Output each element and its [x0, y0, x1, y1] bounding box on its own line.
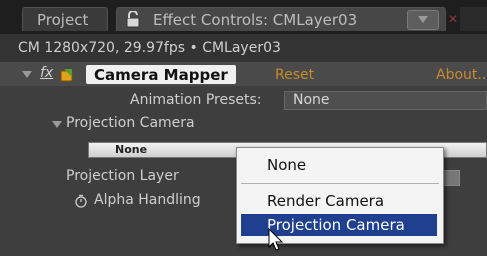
- fx-icon[interactable]: fx: [40, 65, 53, 81]
- projection-layer-label: Projection Layer: [66, 168, 179, 184]
- chevron-down-icon: [418, 16, 428, 23]
- panel-tab-bar: Project Effect Controls: CMLayer03 ✕: [0, 0, 487, 34]
- collapse-triangle-icon[interactable]: [22, 71, 32, 78]
- about-link[interactable]: About...: [436, 67, 487, 83]
- alpha-handling-label: Alpha Handling: [94, 192, 201, 208]
- reset-link[interactable]: Reset: [275, 67, 314, 83]
- expand-triangle-icon[interactable]: [52, 121, 62, 128]
- lock-icon[interactable]: [125, 10, 145, 29]
- effect-header[interactable]: fx Camera Mapper Reset About...: [0, 62, 487, 86]
- plugin-icon: [60, 67, 74, 82]
- composition-info: CM 1280x720, 29.97fps • CMLayer03: [0, 34, 487, 62]
- tab-effect-controls-label: Effect Controls: CMLayer03: [153, 10, 358, 29]
- menu-item-none[interactable]: None: [241, 154, 437, 176]
- effect-name: Camera Mapper: [94, 66, 228, 84]
- tab-overflow: [460, 7, 487, 31]
- panel-menu-button[interactable]: [407, 9, 439, 30]
- menu-separator: [241, 183, 439, 184]
- close-icon[interactable]: ✕: [448, 12, 458, 26]
- tab-project[interactable]: Project: [22, 7, 108, 31]
- tab-project-label: Project: [37, 10, 89, 29]
- projection-camera-label: Projection Camera: [66, 115, 195, 131]
- menu-item-render-camera[interactable]: Render Camera: [241, 190, 437, 212]
- tab-effect-controls[interactable]: Effect Controls: CMLayer03: [116, 7, 446, 31]
- animation-presets-label: Animation Presets:: [130, 92, 262, 108]
- animation-presets-select[interactable]: None: [284, 91, 487, 110]
- stopwatch-icon[interactable]: [74, 193, 88, 208]
- mouse-cursor-icon: [268, 227, 284, 256]
